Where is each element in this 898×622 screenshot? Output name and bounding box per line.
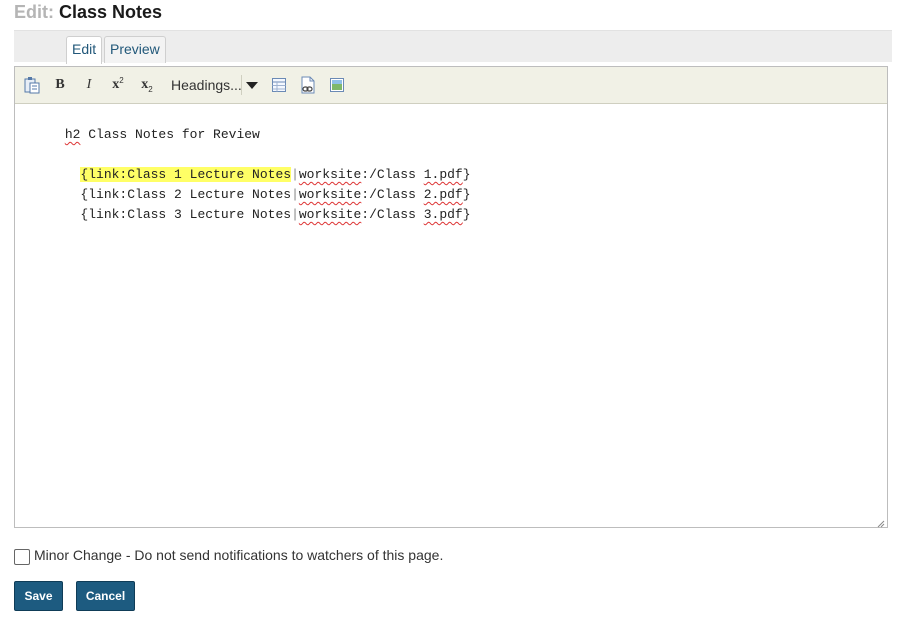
chevron-down-icon — [246, 82, 258, 89]
paste-icon[interactable] — [20, 73, 44, 97]
bold-button[interactable]: B — [48, 73, 72, 97]
wiki-editor: B I x2 x2 Headings... h2 Class Notes for… — [14, 66, 888, 528]
path-text: :/Class — [361, 207, 424, 222]
subscript-base: x — [141, 77, 149, 92]
italic-button[interactable]: I — [77, 73, 101, 97]
cancel-button[interactable]: Cancel — [76, 581, 135, 611]
table-icon[interactable] — [267, 73, 291, 97]
pipe-separator: | — [291, 207, 299, 222]
tab-bar: Edit Preview — [14, 30, 892, 64]
minor-change-checkbox[interactable] — [14, 549, 30, 565]
headings-label: Headings... — [171, 77, 242, 93]
tab-preview[interactable]: Preview — [104, 36, 166, 63]
filename-token: 3.pdf — [423, 207, 463, 222]
editor-line: h2 Class Notes for Review — [18, 108, 260, 142]
link-icon[interactable] — [296, 73, 320, 97]
page-title: Edit: Class Notes — [14, 1, 162, 23]
title-name: Class Notes — [59, 2, 163, 22]
worksite-token: worksite — [298, 207, 362, 222]
subscript-mark: 2 — [148, 84, 153, 94]
minor-change-label: Minor Change - Do not send notifications… — [34, 547, 444, 563]
editor-line: {link:Class 1 Lecture Notes|worksite:/Cl… — [18, 148, 471, 182]
closing-brace: } — [462, 207, 471, 222]
subscript-button[interactable]: x2 — [135, 73, 159, 97]
headings-dropdown[interactable]: Headings... — [166, 73, 262, 97]
link-text: {link:Class 3 Lecture Notes — [80, 207, 292, 222]
editor-toolbar: B I x2 x2 Headings... — [15, 67, 887, 104]
minor-change-option: Minor Change - Do not send notifications… — [14, 545, 443, 565]
tab-edit[interactable]: Edit — [66, 36, 103, 64]
resize-handle[interactable] — [877, 517, 885, 528]
editor-textarea[interactable]: h2 Class Notes for Review {link:Class 1 … — [15, 104, 887, 528]
heading-text: Class Notes for Review — [80, 127, 260, 142]
save-button[interactable]: Save — [14, 581, 63, 611]
title-prefix: Edit: — [14, 2, 54, 22]
superscript-button[interactable]: x2 — [106, 73, 130, 97]
superscript-base: x — [112, 77, 120, 92]
image-icon[interactable] — [325, 73, 349, 97]
heading-markup: h2 — [64, 127, 81, 142]
superscript-mark: 2 — [119, 75, 124, 85]
editor-line: {link:Class 2 Lecture Notes|worksite:/Cl… — [18, 168, 470, 202]
editor-line: {link:Class 3 Lecture Notes|worksite:/Cl… — [18, 188, 470, 222]
headings-separator — [241, 75, 242, 95]
